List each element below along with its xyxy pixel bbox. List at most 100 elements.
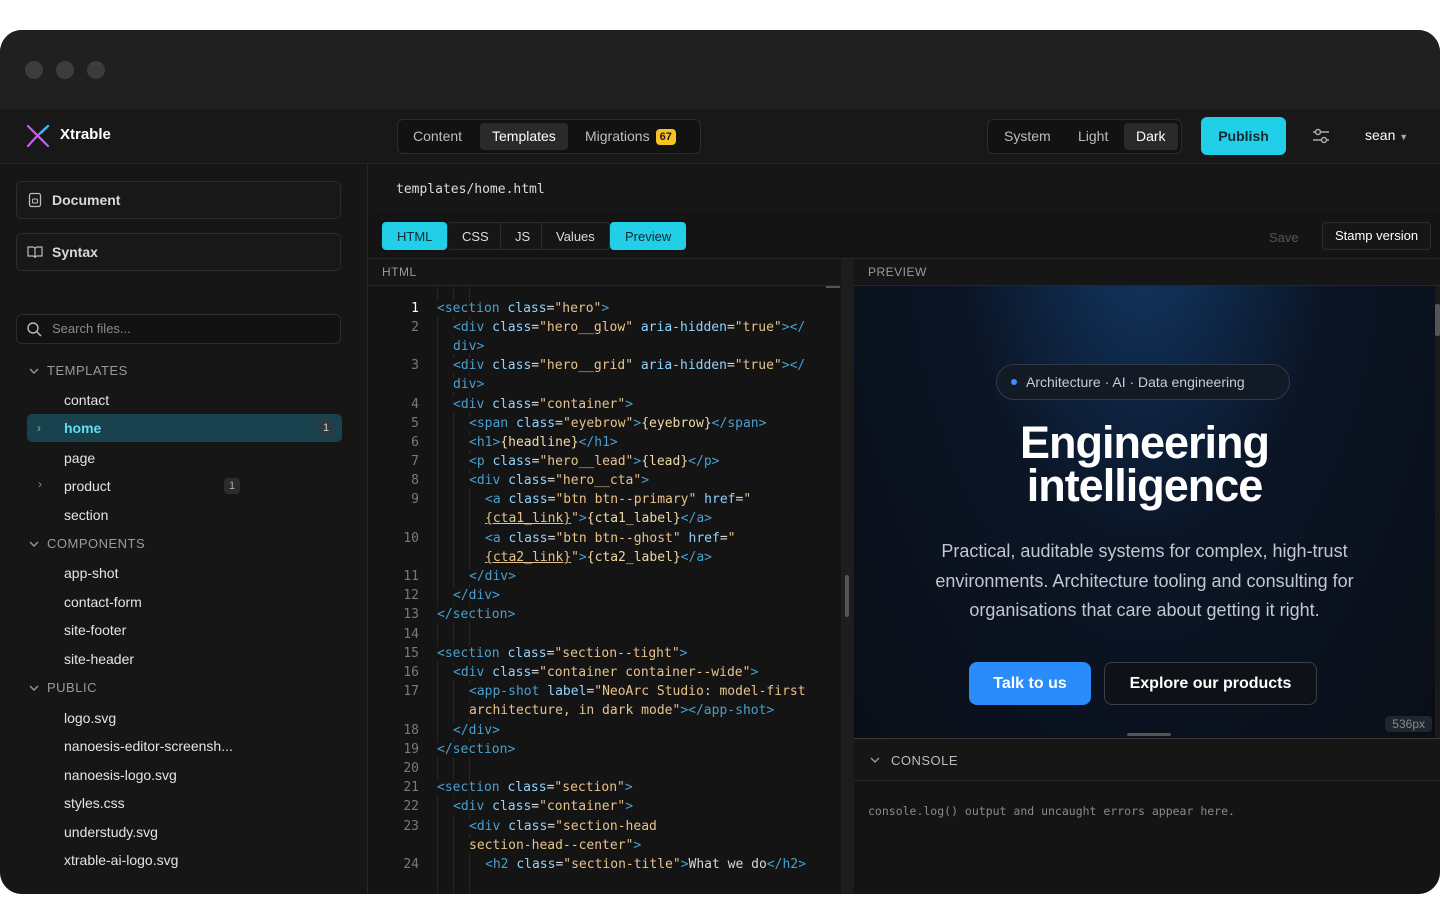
code-line: {cta2_link}">{cta2_label}</a>	[485, 550, 712, 565]
file-item-xtrable-ai-logo[interactable]: xtrable-ai-logo.svg	[64, 852, 178, 868]
console-output: console.log() output and uncaught errors…	[854, 781, 1440, 894]
resize-handle[interactable]	[1127, 733, 1171, 736]
chevron-down-icon	[29, 685, 39, 691]
app-window: Xtrable Content Templates Migrations 67 S…	[0, 30, 1440, 894]
hero-headline: Engineering intelligence	[1019, 417, 1270, 511]
line-number: 23	[403, 819, 419, 834]
file-item-logo-svg[interactable]: logo.svg	[64, 710, 116, 726]
group-components[interactable]: COMPONENTS	[28, 536, 145, 551]
code-line: <div class="section-head	[469, 819, 657, 834]
tab-templates[interactable]: Templates	[480, 123, 568, 150]
code-line: <section class="section--tight">	[437, 646, 688, 661]
maximize-window-button[interactable]	[87, 61, 105, 79]
migrations-count-badge: 67	[655, 129, 676, 145]
eyebrow-pill: Architecture · AI · Data engineering	[996, 364, 1290, 400]
theme-switcher: System Light Dark	[987, 119, 1182, 154]
preview-pane-label: PREVIEW	[854, 259, 1440, 286]
stamp-version-button[interactable]: Stamp version	[1322, 222, 1431, 250]
line-number: 12	[403, 588, 419, 603]
line-number: 21	[403, 780, 419, 795]
user-menu[interactable]: sean ▼	[1365, 127, 1408, 143]
search-icon	[27, 322, 42, 337]
editor-pane-label: HTML	[369, 259, 841, 286]
preview-frame: Architecture · AI · Data engineering Eng…	[854, 286, 1435, 738]
file-item-site-header[interactable]: site-header	[64, 651, 134, 667]
code-line: div>	[453, 339, 485, 354]
code-line: </div>	[453, 723, 500, 738]
line-number: 13	[403, 607, 419, 622]
tab-preview[interactable]: Preview	[610, 222, 687, 250]
group-public[interactable]: PUBLIC	[28, 680, 97, 695]
count-badge: 1	[318, 420, 334, 436]
width-badge: 536px	[1385, 716, 1432, 732]
chevron-right-icon[interactable]: ›	[38, 477, 42, 491]
code-line: <div class="container container--wide">	[453, 665, 759, 680]
code-line: </div>	[453, 588, 500, 603]
file-item-nanoesis-editor-screenshot[interactable]: nanoesis-editor-screensh...	[64, 738, 233, 754]
save-button[interactable]: Save	[1269, 230, 1299, 245]
line-number: 19	[403, 742, 419, 757]
code-line: section-head--center">	[469, 838, 642, 853]
publish-button[interactable]: Publish	[1201, 117, 1286, 155]
file-item-home[interactable]: › home 1	[27, 414, 342, 442]
document-button[interactable]: Document	[16, 181, 341, 219]
file-item-product[interactable]: product	[64, 478, 111, 494]
splitter-handle[interactable]	[845, 575, 849, 617]
tab-js[interactable]: JS	[500, 222, 546, 250]
tab-migrations[interactable]: Migrations 67	[573, 123, 688, 150]
line-number: 1	[411, 301, 419, 316]
sliders-icon[interactable]	[1311, 126, 1331, 146]
search-input[interactable]: Search files...	[16, 314, 341, 344]
tab-values[interactable]: Values	[541, 222, 610, 250]
code-line: </div>	[469, 569, 516, 584]
tab-content[interactable]: Content	[401, 123, 474, 150]
close-window-button[interactable]	[25, 61, 43, 79]
code-editor[interactable]: 1 2 3 4 5 6 7 8 9 10 11 12 13 14 15 16 1…	[369, 286, 841, 894]
file-item-app-shot[interactable]: app-shot	[64, 565, 118, 581]
preview-scrollbar[interactable]	[1435, 286, 1440, 738]
code-line: <div class="hero__cta">	[469, 473, 650, 488]
syntax-button[interactable]: Syntax	[16, 233, 341, 271]
code-line: <p class="hero__lead">{lead}</p>	[469, 454, 720, 469]
book-icon	[27, 246, 43, 259]
line-number: 2	[411, 320, 419, 335]
code-line: <section class="section">	[437, 780, 633, 795]
code-line: <h1>{headline}</h1>	[469, 435, 618, 450]
file-item-styles-css[interactable]: styles.css	[64, 795, 125, 811]
code-line: <div class="hero__glow" aria-hidden="tru…	[453, 320, 806, 335]
brand-name: Xtrable	[60, 126, 111, 143]
app-header: Xtrable Content Templates Migrations 67 S…	[0, 109, 1440, 164]
code-line: </section>	[437, 742, 516, 757]
group-templates[interactable]: TEMPLATES	[28, 363, 128, 378]
line-number: 7	[411, 454, 419, 469]
file-item-section[interactable]: section	[64, 507, 108, 523]
hero-lead: Practical, auditable systems for complex…	[935, 541, 1354, 620]
talk-to-us-button[interactable]: Talk to us	[969, 662, 1091, 705]
chevron-right-icon: ›	[37, 421, 41, 435]
sidebar: Document Syntax Search files... TEMPLATE…	[0, 164, 368, 894]
minimize-window-button[interactable]	[56, 61, 74, 79]
file-item-site-footer[interactable]: site-footer	[64, 622, 126, 638]
line-number: 4	[411, 397, 419, 412]
pane-splitter[interactable]	[841, 259, 854, 894]
chevron-down-icon: ▼	[1399, 132, 1409, 142]
theme-light[interactable]: Light	[1066, 123, 1120, 150]
scroll-thumb[interactable]	[826, 286, 840, 288]
theme-system[interactable]: System	[992, 123, 1063, 150]
file-item-nanoesis-logo[interactable]: nanoesis-logo.svg	[64, 767, 177, 783]
file-item-page[interactable]: page	[64, 450, 95, 466]
file-item-contact-form[interactable]: contact-form	[64, 594, 142, 610]
tab-html[interactable]: HTML	[382, 222, 448, 250]
code-line: <div class="container">	[453, 799, 634, 814]
main-nav: Content Templates Migrations 67	[397, 119, 701, 154]
console-header[interactable]: CONSOLE	[854, 733, 1440, 781]
file-item-contact[interactable]: contact	[64, 392, 109, 408]
count-badge: 1	[224, 478, 240, 494]
explore-products-button[interactable]: Explore our products	[1104, 662, 1317, 705]
scroll-thumb[interactable]	[1435, 304, 1440, 336]
theme-dark[interactable]: Dark	[1124, 123, 1178, 150]
line-number: 15	[403, 646, 419, 661]
file-item-understudy[interactable]: understudy.svg	[64, 824, 158, 840]
tab-css[interactable]: CSS	[447, 222, 504, 250]
xtrable-logo-icon	[26, 124, 50, 148]
